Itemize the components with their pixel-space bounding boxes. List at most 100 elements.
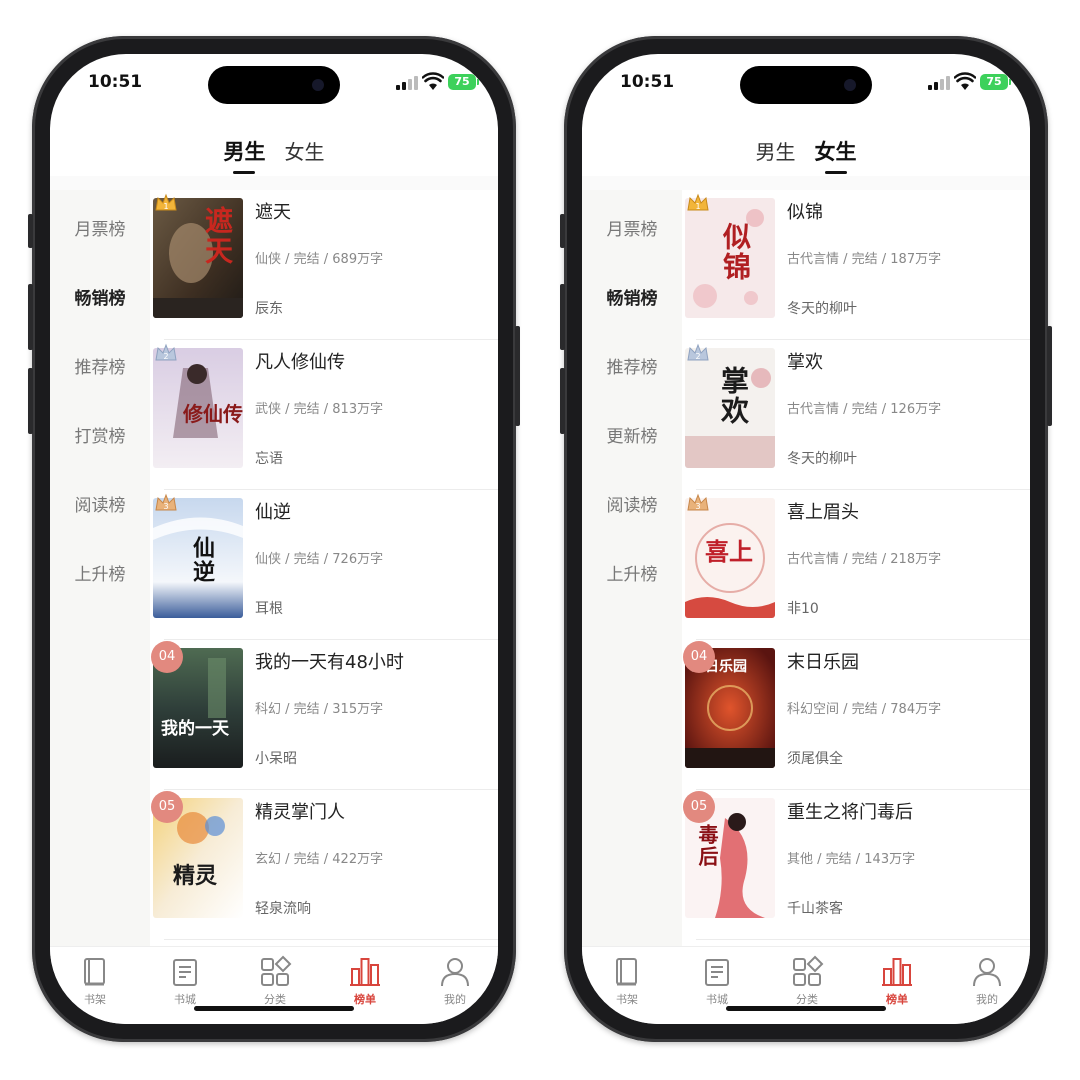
rank-tab-reward[interactable]: 打赏榜	[50, 417, 150, 457]
cover-title-text: 喜上	[705, 538, 753, 566]
list-item[interactable]: 精灵 05 精灵掌门人 玄幻 / 完结 / 422万字 轻泉流响	[150, 790, 498, 940]
home-indicator[interactable]	[194, 1006, 354, 1011]
book-list: 遮天 1 遮天 仙侠 / 完结 / 689万字 辰东 修仙传 2 凡人修仙传 武…	[150, 190, 498, 946]
rank-tab-bestseller[interactable]: 畅销榜	[50, 279, 150, 319]
list-item[interactable]: 毒后 05 重生之将门毒后 其他 / 完结 / 143万字 千山茶客	[682, 790, 1030, 940]
list-item[interactable]: 仙逆 3 仙逆 仙侠 / 完结 / 726万字 耳根	[150, 490, 498, 640]
book-author: 忘语	[255, 451, 283, 467]
book-title: 掌欢	[787, 352, 823, 373]
book-meta: 仙侠 / 完结 / 689万字	[255, 252, 384, 267]
nav-bookshelf[interactable]: 书架	[582, 955, 672, 1007]
rank-tab-reading[interactable]: 阅读榜	[50, 486, 150, 526]
book-meta: 科幻空间 / 完结 / 784万字	[787, 702, 942, 717]
ranking-icon	[350, 958, 380, 986]
rank-tab-monthly-ticket[interactable]: 月票榜	[50, 210, 150, 250]
nav-bookstore[interactable]: 书城	[140, 955, 230, 1007]
rank-tab-rising[interactable]: 上升榜	[50, 555, 150, 595]
action-button	[560, 214, 565, 248]
profile-icon	[973, 958, 1001, 987]
book-cover[interactable]: 修仙传	[153, 348, 243, 468]
nav-profile[interactable]: 我的	[410, 955, 498, 1007]
tab-male[interactable]: 男生	[755, 136, 795, 171]
status-bar: 10:51 75	[50, 54, 498, 114]
dynamic-island	[740, 66, 872, 104]
book-author: 冬天的柳叶	[787, 301, 857, 317]
bottom-nav: 书架 书城 分类 榜单 我的	[50, 946, 498, 1024]
book-author: 辰东	[255, 301, 283, 317]
cover-title-text: 毒后	[695, 824, 719, 868]
rank-tab-reading[interactable]: 阅读榜	[582, 486, 682, 526]
list-item[interactable]: 似锦 1 似锦 古代言情 / 完结 / 187万字 冬天的柳叶	[682, 190, 1030, 340]
nav-profile[interactable]: 我的	[942, 955, 1030, 1007]
nav-bookstore[interactable]: 书城	[672, 955, 762, 1007]
book-cover[interactable]: 仙逆	[153, 498, 243, 618]
book-meta: 仙侠 / 完结 / 726万字	[255, 552, 384, 567]
cover-title-text: 我的一天	[161, 719, 229, 739]
action-button	[28, 214, 33, 248]
svg-text:1: 1	[163, 202, 168, 211]
book-title: 凡人修仙传	[255, 352, 345, 373]
list-item[interactable]: 末日乐园 04 末日乐园 科幻空间 / 完结 / 784万字 须尾俱全	[682, 640, 1030, 790]
nav-ranking[interactable]: 榜单	[852, 955, 942, 1007]
volume-up-button	[560, 284, 565, 350]
nav-bookshelf[interactable]: 书架	[50, 955, 140, 1007]
cover-title-text: 精灵	[173, 864, 218, 889]
tab-female[interactable]: 女生	[285, 136, 325, 171]
home-indicator[interactable]	[726, 1006, 886, 1011]
status-bar: 10:51 75	[582, 54, 1030, 114]
bookshelf-icon	[616, 958, 637, 986]
book-title: 遮天	[255, 202, 291, 223]
book-cover[interactable]: 掌欢	[685, 348, 775, 468]
list-item[interactable]: 喜上 3 喜上眉头 古代言情 / 完结 / 218万字 非10	[682, 490, 1030, 640]
book-author: 须尾俱全	[787, 751, 843, 767]
rank-badge: 05	[151, 791, 183, 823]
ranking-content: 月票榜 畅销榜 推荐榜 更新榜 阅读榜 上升榜 似锦 1 似锦 古代言情 / 完…	[582, 176, 1030, 946]
dynamic-island	[208, 66, 340, 104]
list-item[interactable]: 修仙传 2 凡人修仙传 武侠 / 完结 / 813万字 忘语	[150, 340, 498, 490]
list-item[interactable]: 遮天 1 遮天 仙侠 / 完结 / 689万字 辰东	[150, 190, 498, 340]
tab-female[interactable]: 女生	[815, 136, 857, 172]
bookstore-icon	[705, 959, 729, 986]
rank-tab-rising[interactable]: 上升榜	[582, 555, 682, 595]
bottom-nav: 书架 书城 分类 榜单 我的	[582, 946, 1030, 1024]
rank-tab-recommend[interactable]: 推荐榜	[50, 348, 150, 388]
svg-text:2: 2	[163, 352, 168, 361]
phone-frame-right: 10:51 75 男生 女生 月票榜 畅销榜 推荐榜 更新榜 阅读榜 上升榜 似…	[560, 36, 1052, 1042]
book-meta: 其他 / 完结 / 143万字	[787, 852, 916, 867]
cover-title-text: 遮天	[201, 206, 234, 266]
book-title: 重生之将门毒后	[787, 802, 913, 823]
bookstore-icon	[173, 959, 197, 986]
volume-down-button	[28, 368, 33, 434]
svg-text:3: 3	[695, 502, 700, 511]
book-meta: 科幻 / 完结 / 315万字	[255, 702, 384, 717]
ranking-content: 月票榜 畅销榜 推荐榜 打赏榜 阅读榜 上升榜 遮天 1 遮天 仙侠 / 完结 …	[50, 176, 498, 946]
rank-tab-bestseller[interactable]: 畅销榜	[582, 279, 682, 319]
rank-badge: 05	[683, 791, 715, 823]
list-item[interactable]: 我的一天 04 我的一天有48小时 科幻 / 完结 / 315万字 小呆昭	[150, 640, 498, 790]
rank-tab-recommend[interactable]: 推荐榜	[582, 348, 682, 388]
ranking-icon	[882, 958, 912, 986]
book-cover[interactable]: 喜上	[685, 498, 775, 618]
list-item[interactable]: 掌欢 2 掌欢 古代言情 / 完结 / 126万字 冬天的柳叶	[682, 340, 1030, 490]
nav-category[interactable]: 分类	[230, 955, 320, 1007]
profile-icon	[441, 958, 469, 987]
rank-badge: 04	[151, 641, 183, 673]
book-title: 末日乐园	[787, 652, 859, 673]
book-title: 仙逆	[255, 502, 291, 523]
nav-category[interactable]: 分类	[762, 955, 852, 1007]
nav-ranking[interactable]: 榜单	[320, 955, 410, 1007]
rank-sidebar: 月票榜 畅销榜 推荐榜 更新榜 阅读榜 上升榜	[582, 190, 682, 946]
cellular-signal-icon	[396, 76, 418, 90]
rank-tab-monthly-ticket[interactable]: 月票榜	[582, 210, 682, 250]
book-title: 喜上眉头	[787, 502, 859, 523]
tab-male[interactable]: 男生	[223, 136, 265, 172]
book-cover[interactable]: 遮天	[153, 198, 243, 318]
bookshelf-icon	[84, 958, 105, 986]
gender-tabs: 男生 女生	[50, 136, 498, 176]
book-cover[interactable]: 似锦	[685, 198, 775, 318]
book-author: 千山茶客	[787, 901, 843, 917]
wifi-icon	[422, 72, 444, 90]
gender-tabs: 男生 女生	[582, 136, 1030, 176]
book-author: 轻泉流响	[255, 901, 311, 917]
rank-tab-update[interactable]: 更新榜	[582, 417, 682, 457]
